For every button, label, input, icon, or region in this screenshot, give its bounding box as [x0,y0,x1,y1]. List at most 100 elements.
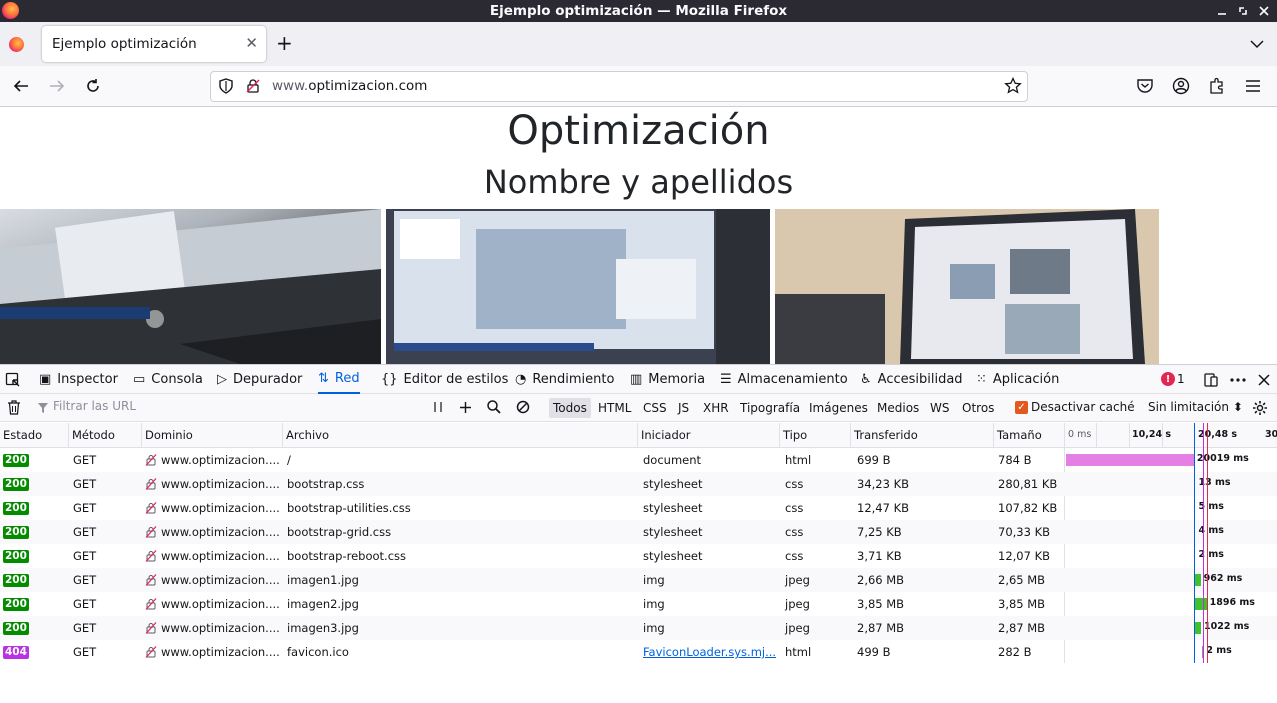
timeline-tick: 0 ms [1068,429,1092,440]
block-icon[interactable] [516,400,530,417]
table-row[interactable]: 200 GET www.optimizacion.... bootstrap-u… [0,496,1277,520]
disable-cache-checkbox[interactable]: ✓ [1015,401,1028,414]
account-icon[interactable] [1172,77,1190,95]
filter-type-fonts[interactable]: Tipografía [736,398,804,418]
chevron-down-icon[interactable] [1250,36,1264,50]
filter-type-media[interactable]: Medios [873,398,923,418]
table-row[interactable]: 200 GET www.optimizacion.... imagen1.jpg… [0,568,1277,592]
tab-network[interactable]: ⇅ Red [318,365,360,394]
status-badge: 404 [3,645,29,659]
forward-arrow-icon[interactable] [47,76,67,96]
tab-accessibility[interactable]: ♿ Accesibilidad [860,365,963,394]
tab-close-icon[interactable]: ✕ [245,34,258,52]
tab-style-editor[interactable]: {} Editor de estilos [381,365,508,394]
method-cell: GET [73,477,97,491]
insecure-connection-icon [145,622,157,634]
column-size[interactable]: Tamaño [994,423,1065,447]
column-method[interactable]: Método [69,423,142,447]
transferred-cell: 699 B [857,453,891,467]
filter-type-all[interactable]: Todos [549,398,591,418]
filter-type-other[interactable]: Otros [958,398,998,418]
table-row[interactable]: 200 GET www.optimizacion.... bootstrap-r… [0,544,1277,568]
filter-type-js[interactable]: JS [674,398,693,418]
pause-icon[interactable] [432,401,444,416]
waterfall-bar [1194,574,1201,586]
url-filter-input[interactable]: Filtrar las URL [53,399,136,413]
tab-performance[interactable]: ◔ Rendimiento [515,365,614,394]
element-picker-icon[interactable] [5,365,21,394]
tab-debugger[interactable]: ▷ Depurador [217,365,302,394]
tab-inspector[interactable]: ▣ Inspector [39,365,118,394]
file-cell: imagen1.jpg [287,573,359,587]
filter-type-css[interactable]: CSS [639,398,671,418]
tab-console[interactable]: ▭ Consola [133,365,203,394]
responsive-design-icon[interactable] [1203,365,1219,394]
disable-cache-label[interactable]: Desactivar caché [1031,400,1135,414]
column-domain[interactable]: Dominio [142,423,283,447]
monitor-photo [386,209,770,364]
tab-storage[interactable]: ☰ Almacenamiento [720,365,848,394]
filter-type-xhr[interactable]: XHR [699,398,733,418]
size-cell: 3,85 MB [998,597,1046,611]
column-file[interactable]: Archivo [283,423,638,447]
table-row[interactable]: 200 GET www.optimizacion.... / document … [0,448,1277,472]
tab-active[interactable]: Ejemplo optimización ✕ [42,26,266,62]
minimize-icon[interactable] [1212,0,1232,22]
new-tab-icon[interactable]: + [276,33,293,53]
size-cell: 12,07 KB [998,549,1051,563]
network-icon: ⇅ [318,371,329,386]
insecure-connection-icon [145,454,157,466]
file-cell: imagen3.jpg [287,621,359,635]
insecure-lock-icon[interactable] [245,78,261,98]
column-status[interactable]: Estado [0,423,69,447]
close-devtools-icon[interactable] [1257,365,1271,394]
filter-type-images[interactable]: Imágenes [805,398,872,418]
url-bar[interactable]: www.optimizacion.com [210,71,1028,102]
error-count[interactable]: 1 [1177,372,1185,386]
status-badge: 200 [3,453,29,467]
initiator-cell: img [643,573,665,587]
tab-application[interactable]: ⁙ Aplicación [976,365,1059,394]
firefox-view-icon[interactable] [9,37,24,52]
trash-icon[interactable] [7,400,21,418]
app-menu-icon[interactable] [1244,77,1262,95]
filter-type-ws[interactable]: WS [926,398,953,418]
table-row[interactable]: 200 GET www.optimizacion.... bootstrap-g… [0,520,1277,544]
status-badge: 200 [3,525,29,539]
throttling-select[interactable]: Sin limitación ⬍ [1148,400,1243,414]
transferred-cell: 2,87 MB [857,621,905,635]
back-arrow-icon[interactable] [11,76,31,96]
waterfall-time-label: 1896 ms [1209,597,1255,608]
close-window-icon[interactable] [1254,0,1274,22]
more-options-icon[interactable] [1229,365,1247,394]
window-title: Ejemplo optimización — Mozilla Firefox [489,3,788,19]
load-marker [1207,423,1208,663]
initiator-cell: stylesheet [643,525,703,539]
table-row[interactable]: 200 GET www.optimizacion.... imagen3.jpg… [0,616,1277,640]
tab-title: Ejemplo optimización [52,36,197,52]
column-initiator[interactable]: Iniciador [638,423,780,447]
extensions-icon[interactable] [1208,77,1226,95]
size-cell: 2,87 MB [998,621,1046,635]
pocket-icon[interactable] [1136,77,1154,95]
maximize-icon[interactable] [1233,0,1253,22]
reload-icon[interactable] [83,76,103,96]
error-icon[interactable]: ! [1161,372,1175,386]
column-transferred[interactable]: Transferido [851,423,994,447]
tab-memory[interactable]: ▥ Memoria [630,365,705,394]
table-row[interactable]: 200 GET www.optimizacion.... imagen2.jpg… [0,592,1277,616]
bookmark-star-icon[interactable] [1004,76,1022,99]
storage-icon: ☰ [720,372,732,387]
search-icon[interactable] [487,400,501,417]
initiator-cell[interactable]: FaviconLoader.sys.mj... [638,640,780,664]
size-cell: 107,82 KB [998,501,1058,515]
column-type[interactable]: Tipo [780,423,851,447]
network-settings-gear-icon[interactable] [1252,400,1268,419]
table-row[interactable]: 200 GET www.optimizacion.... bootstrap.c… [0,472,1277,496]
method-cell: GET [73,621,97,635]
file-cell: bootstrap.css [287,477,365,491]
tracking-shield-icon[interactable] [218,78,234,98]
table-row[interactable]: 404 GET www.optimizacion.... favicon.ico… [0,640,1277,664]
add-blocking-icon[interactable] [459,401,472,417]
filter-type-html[interactable]: HTML [594,398,635,418]
